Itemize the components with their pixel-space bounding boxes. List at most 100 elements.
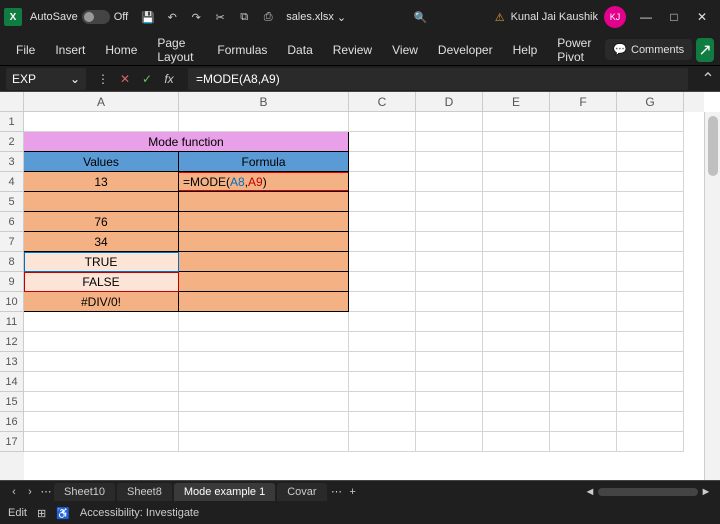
cell[interactable] [179, 352, 349, 372]
tab-review[interactable]: Review [323, 37, 382, 63]
cell[interactable] [24, 352, 179, 372]
minimize-button[interactable]: — [632, 3, 660, 31]
cell[interactable] [483, 192, 550, 212]
cell-header-formula[interactable]: Formula [179, 152, 349, 172]
cell[interactable] [179, 252, 349, 272]
cell-a8[interactable]: TRUE [24, 252, 179, 272]
new-sheet-icon[interactable]: + [345, 486, 361, 498]
tab-page-layout[interactable]: Page Layout [147, 30, 207, 70]
cell[interactable] [349, 252, 416, 272]
col-header-b[interactable]: B [179, 92, 349, 112]
cell[interactable] [416, 112, 483, 132]
cell[interactable] [483, 172, 550, 192]
cell[interactable] [416, 292, 483, 312]
formula-input[interactable]: =MODE(A8,A9) [188, 68, 688, 90]
cell[interactable] [550, 232, 617, 252]
save-icon[interactable]: 💾 [137, 6, 159, 28]
cell[interactable] [416, 132, 483, 152]
vertical-scrollbar[interactable] [704, 112, 720, 480]
sheet-nav-next-icon[interactable]: › [22, 486, 38, 498]
cell[interactable] [349, 212, 416, 232]
cell[interactable] [416, 412, 483, 432]
tab-formulas[interactable]: Formulas [207, 37, 277, 63]
user-account[interactable]: ⚠ Kunal Jai Kaushik KJ [495, 6, 626, 28]
tab-power-pivot[interactable]: Power Pivot [547, 30, 605, 70]
cell[interactable] [416, 252, 483, 272]
autosave-toggle[interactable]: AutoSave Off [30, 10, 128, 24]
cell[interactable] [416, 352, 483, 372]
cell[interactable] [550, 212, 617, 232]
fx-icon[interactable]: fx [158, 72, 180, 86]
scrollbar-thumb[interactable] [708, 116, 718, 176]
cell[interactable] [617, 212, 684, 232]
cell[interactable] [483, 352, 550, 372]
cell[interactable] [550, 292, 617, 312]
accessibility-icon[interactable]: ♿ [56, 507, 70, 520]
cell[interactable] [617, 332, 684, 352]
row-header[interactable]: 9 [0, 272, 24, 292]
cell[interactable] [550, 352, 617, 372]
cell[interactable] [416, 192, 483, 212]
cell[interactable] [483, 152, 550, 172]
tab-help[interactable]: Help [503, 37, 548, 63]
cell[interactable] [550, 312, 617, 332]
row-header[interactable]: 10 [0, 292, 24, 312]
row-header[interactable]: 1 [0, 112, 24, 132]
cell[interactable] [550, 252, 617, 272]
cell[interactable] [416, 312, 483, 332]
select-all-corner[interactable] [0, 92, 24, 112]
cell[interactable] [179, 372, 349, 392]
cell[interactable] [483, 272, 550, 292]
toggle-switch-icon[interactable] [82, 10, 110, 24]
row-header[interactable]: 13 [0, 352, 24, 372]
cell[interactable] [416, 392, 483, 412]
cell[interactable] [349, 112, 416, 132]
row-header[interactable]: 5 [0, 192, 24, 212]
cells-area[interactable]: Mode function Values Formula 13 =MODE(A8… [24, 112, 704, 480]
cell[interactable] [179, 192, 349, 212]
cell[interactable] [24, 112, 179, 132]
cell[interactable] [483, 432, 550, 452]
cell[interactable] [416, 232, 483, 252]
cell[interactable] [483, 412, 550, 432]
cell[interactable] [179, 392, 349, 412]
accessibility-status[interactable]: Accessibility: Investigate [80, 507, 199, 519]
cell[interactable] [617, 272, 684, 292]
cell[interactable] [617, 152, 684, 172]
cell[interactable] [617, 392, 684, 412]
cell[interactable] [24, 412, 179, 432]
row-header[interactable]: 3 [0, 152, 24, 172]
cell[interactable] [24, 392, 179, 412]
cell-a6[interactable]: 76 [24, 212, 179, 232]
cell-a9[interactable]: FALSE [24, 272, 179, 292]
share-button[interactable]: ↗ [696, 38, 714, 62]
enter-icon[interactable]: ✓ [136, 72, 158, 86]
cell[interactable] [349, 232, 416, 252]
row-header[interactable]: 16 [0, 412, 24, 432]
col-header-c[interactable]: C [349, 92, 416, 112]
undo-icon[interactable]: ↶ [161, 6, 183, 28]
tab-view[interactable]: View [382, 37, 428, 63]
cell[interactable] [416, 152, 483, 172]
cell[interactable] [416, 272, 483, 292]
maximize-button[interactable]: □ [660, 3, 688, 31]
row-header[interactable]: 7 [0, 232, 24, 252]
cell[interactable] [617, 312, 684, 332]
close-button[interactable]: ✕ [688, 3, 716, 31]
sheet-tab[interactable]: Covar [277, 483, 326, 501]
cell[interactable] [349, 132, 416, 152]
cell-a7[interactable]: 34 [24, 232, 179, 252]
cell[interactable] [179, 432, 349, 452]
cell[interactable] [349, 292, 416, 312]
cell[interactable] [349, 332, 416, 352]
copy-icon[interactable]: ⧉ [233, 6, 255, 28]
cell[interactable] [24, 332, 179, 352]
cell[interactable] [617, 352, 684, 372]
cell[interactable] [550, 192, 617, 212]
tab-home[interactable]: Home [95, 37, 147, 63]
cell[interactable] [416, 172, 483, 192]
col-header-a[interactable]: A [24, 92, 179, 112]
filename-dropdown[interactable]: sales.xlsx ⌄ [286, 11, 346, 24]
cell[interactable] [550, 172, 617, 192]
cell[interactable] [349, 192, 416, 212]
